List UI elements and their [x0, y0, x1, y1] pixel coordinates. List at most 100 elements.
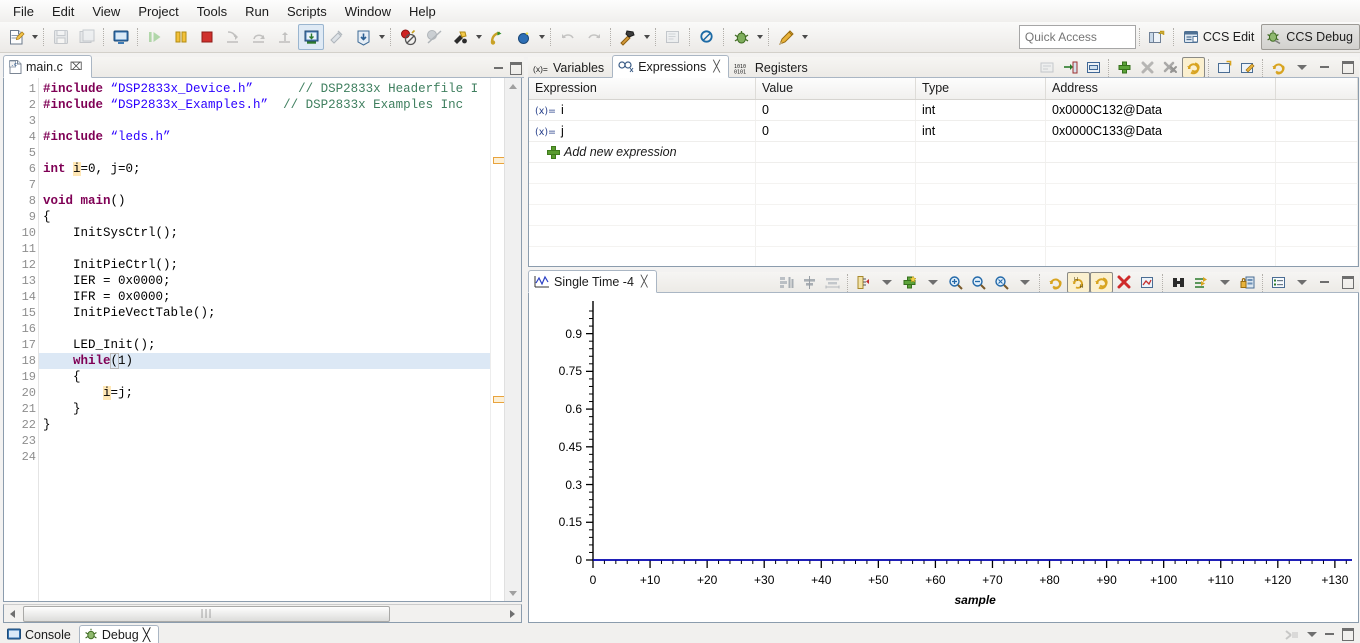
column-header-expression[interactable]: Expression [529, 78, 756, 99]
menu-item-file[interactable]: File [4, 2, 43, 21]
graph-plot-container[interactable]: 0 0.15 0.3 0.45 0.6 0.75 0.9 0 +10 +20 +30 +40 +50 +6… [528, 293, 1359, 623]
close-icon[interactable]: ╳ [143, 627, 151, 642]
connect-dropdown-arrow[interactable] [376, 25, 387, 49]
run-dropdown-arrow[interactable] [536, 25, 547, 49]
run-pencil-dropdown-arrow[interactable] [799, 25, 810, 49]
code-line[interactable]: int i=0, j=0; [39, 161, 521, 177]
code-line[interactable]: IFR = 0x0000; [39, 289, 521, 305]
code-line[interactable] [39, 145, 521, 161]
code-line[interactable]: { [39, 209, 521, 225]
scale-icon[interactable] [1190, 272, 1213, 293]
zoom-dropdown-arrow[interactable] [921, 272, 944, 293]
menu-item-project[interactable]: Project [129, 2, 187, 21]
save-icon[interactable] [48, 24, 74, 50]
perspective-ccs-edit[interactable]: CCS Edit [1178, 24, 1261, 50]
show-type-names-icon[interactable] [1036, 57, 1059, 78]
build-all-icon[interactable] [447, 24, 473, 50]
build-dropdown-arrow[interactable] [473, 25, 484, 49]
code-line[interactable]: InitPieVectTable(); [39, 305, 521, 321]
search-data-icon[interactable] [1167, 272, 1190, 293]
debug-bug-icon[interactable] [728, 24, 754, 50]
remove-all-expressions-icon[interactable] [1159, 57, 1182, 78]
new-ccs-project-icon[interactable] [660, 24, 686, 50]
resume-icon[interactable] [142, 24, 168, 50]
code-line[interactable]: #include “DSP2833x_Examples.h” // DSP283… [39, 97, 521, 113]
code-line[interactable]: InitPieCtrl(); [39, 257, 521, 273]
code-line[interactable] [39, 321, 521, 337]
code-line[interactable] [39, 433, 521, 449]
fit-width-icon[interactable] [821, 272, 844, 293]
run-pencil-icon[interactable] [773, 24, 799, 50]
close-icon[interactable]: ╳ [641, 275, 648, 288]
cell-value[interactable]: 0 [756, 121, 916, 141]
undo-icon[interactable] [555, 24, 581, 50]
column-header-extra[interactable] [1276, 78, 1358, 99]
step-return-icon[interactable] [272, 24, 298, 50]
code-line[interactable]: void main() [39, 193, 521, 209]
tab-single-time-4[interactable]: Single Time -4 ╳ [528, 270, 657, 293]
code-line[interactable]: LED_Init(); [39, 337, 521, 353]
code-line[interactable]: IER = 0x0000; [39, 273, 521, 289]
step-into-icon[interactable] [220, 24, 246, 50]
maximize-icon[interactable] [1336, 272, 1359, 293]
quick-access-input[interactable] [1018, 25, 1136, 49]
suspend-icon[interactable] [168, 24, 194, 50]
zoom-out-icon[interactable] [967, 272, 990, 293]
view-menu-icon[interactable] [1307, 632, 1317, 637]
step-over-icon[interactable] [246, 24, 272, 50]
zoom-reset-icon[interactable] [990, 272, 1013, 293]
source-code-text[interactable]: #include “DSP2833x_Device.h” // DSP2833x… [39, 78, 521, 601]
measurement-dropdown-arrow[interactable] [875, 272, 898, 293]
code-line[interactable]: #include “leds.h” [39, 129, 521, 145]
menu-item-run[interactable]: Run [236, 2, 278, 21]
clear-data-icon[interactable] [1113, 272, 1136, 293]
zoom-in-add-icon[interactable] [898, 272, 921, 293]
code-line[interactable]: while(1) [39, 353, 521, 369]
search-icon[interactable] [694, 24, 720, 50]
new-icon[interactable] [3, 24, 29, 50]
code-line[interactable]: #include “DSP2833x_Device.h” // DSP2833x… [39, 81, 521, 97]
code-line[interactable]: } [39, 417, 521, 433]
maximize-icon[interactable] [1336, 57, 1359, 78]
debug-launch-icon[interactable] [484, 24, 510, 50]
code-line[interactable] [39, 177, 521, 193]
new-dropdown-arrow[interactable] [29, 25, 40, 49]
terminate-all-icon[interactable] [1285, 629, 1299, 641]
open-perspective-icon[interactable] [1144, 24, 1170, 50]
view-menu-icon[interactable] [1290, 272, 1313, 293]
column-header-type[interactable]: Type [916, 78, 1046, 99]
export-data-icon[interactable] [1136, 272, 1159, 293]
new-expression-icon[interactable] [1213, 57, 1236, 78]
column-header-address[interactable]: Address [1046, 78, 1276, 99]
disable-breakpoints-icon[interactable] [421, 24, 447, 50]
breakpoint-icon[interactable] [395, 24, 421, 50]
lock-scale-icon[interactable] [1236, 272, 1259, 293]
data-properties-icon[interactable] [775, 272, 798, 293]
code-editor[interactable]: 1 2 3 4 5 6 7 8 9 10 11 12 13 14 15 16 17 18 19 20 21 22 23 24 … [3, 78, 522, 602]
tab-debug[interactable]: Debug ╳ [78, 625, 160, 643]
overview-ruler[interactable] [490, 78, 505, 601]
code-line[interactable] [39, 113, 521, 129]
refresh-icon[interactable] [1267, 57, 1290, 78]
code-line[interactable]: } [39, 401, 521, 417]
menu-item-scripts[interactable]: Scripts [278, 2, 336, 21]
code-line[interactable]: { [39, 369, 521, 385]
editor-vertical-scrollbar[interactable] [504, 78, 521, 601]
minimize-icon[interactable] [1313, 272, 1336, 293]
redo-icon[interactable] [581, 24, 607, 50]
minimize-icon[interactable] [1325, 632, 1334, 635]
editor-horizontal-scrollbar[interactable]: ||| [3, 604, 522, 623]
add-expression-icon[interactable] [1113, 57, 1136, 78]
perspective-ccs-debug[interactable]: CCS Debug [1261, 24, 1360, 50]
single-time-plot[interactable]: 0 0.15 0.3 0.45 0.6 0.75 0.9 0 +10 +20 +30 +40 +50 +6… [529, 293, 1358, 622]
maximize-icon[interactable] [510, 62, 522, 75]
scale-dropdown-arrow[interactable] [1213, 272, 1236, 293]
close-icon[interactable]: ⌧ [70, 60, 83, 73]
column-header-value[interactable]: Value [756, 78, 916, 99]
minimize-icon[interactable] [494, 66, 503, 69]
minimize-icon[interactable] [1313, 57, 1336, 78]
zoom-reset-dropdown-arrow[interactable] [1013, 272, 1036, 293]
hscroll-thumb[interactable]: ||| [23, 605, 390, 622]
zoom-in-icon[interactable] [944, 272, 967, 293]
table-row[interactable]: (x)= j 0 int 0x0000C133@Data [529, 121, 1358, 142]
